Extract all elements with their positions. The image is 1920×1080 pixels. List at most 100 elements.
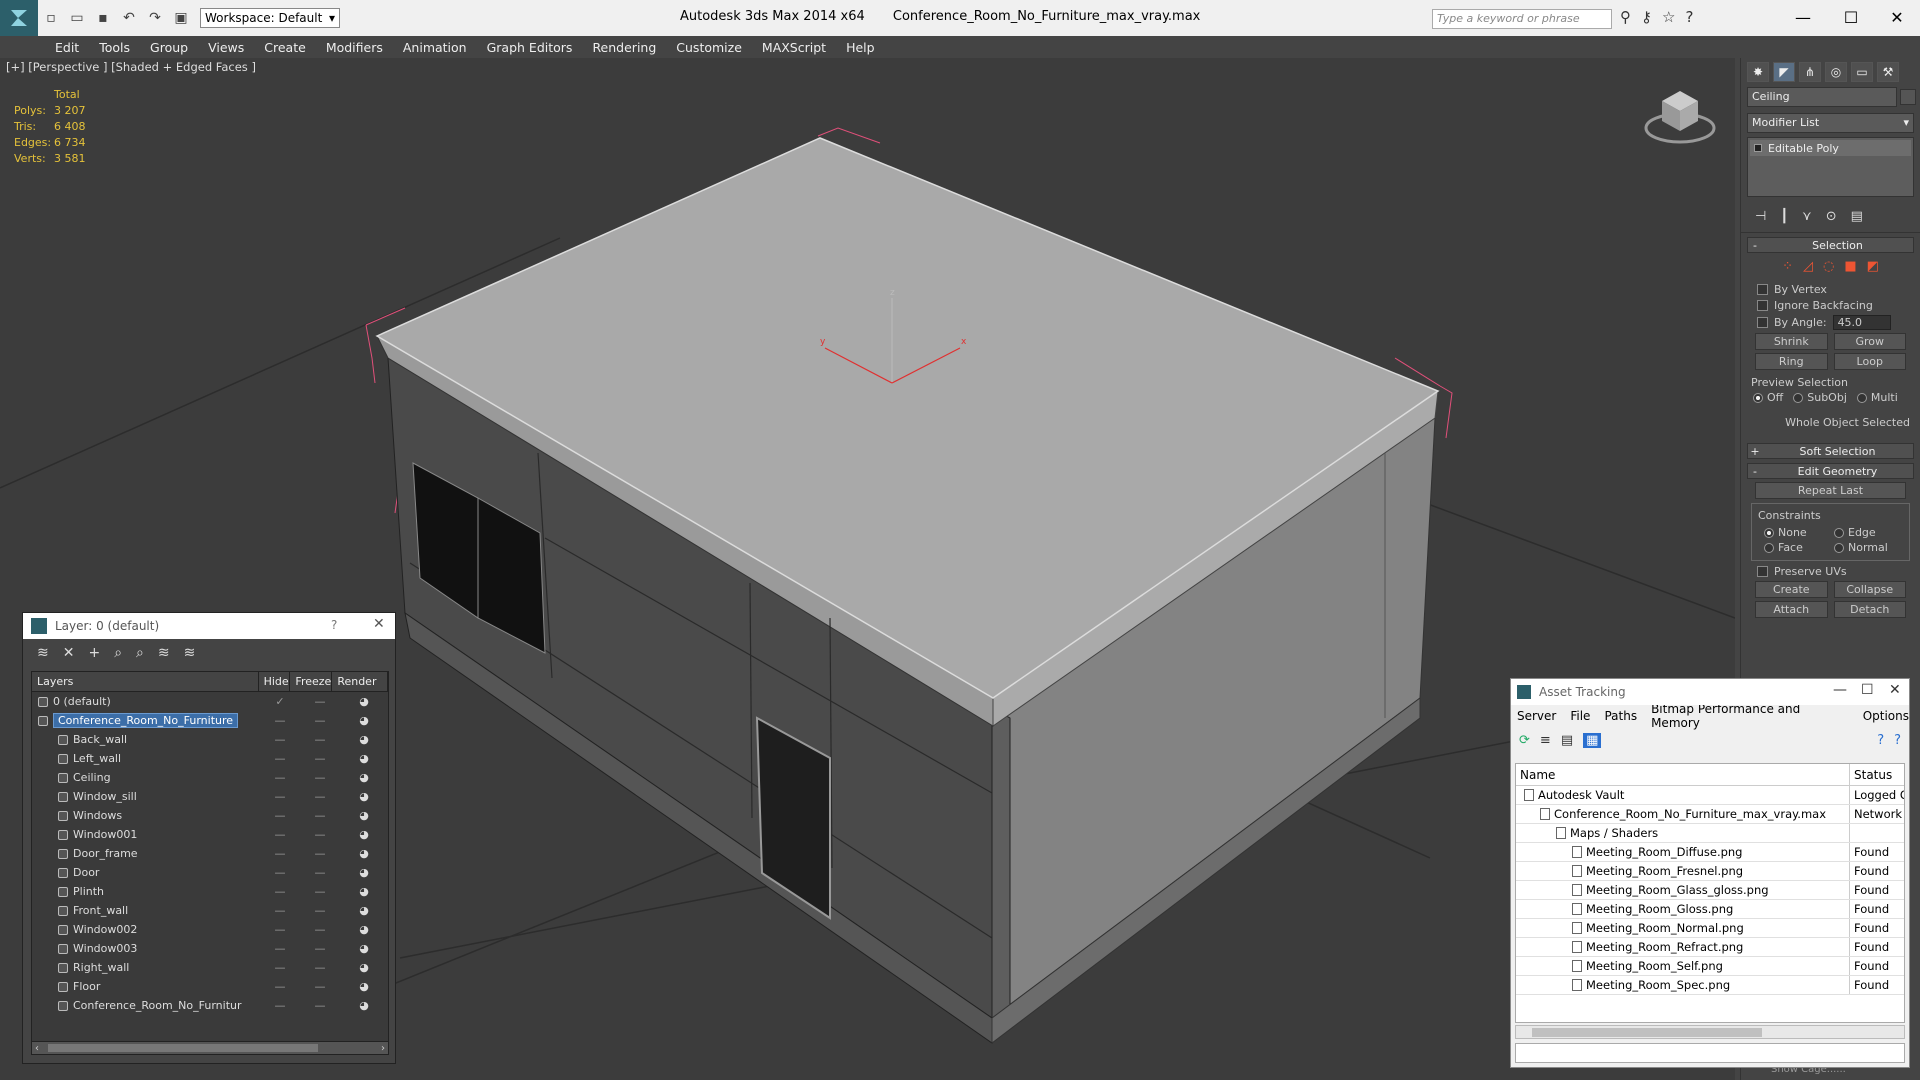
configure-sets-icon[interactable]: ▤ [1851,209,1863,224]
toggle-icon[interactable] [1754,144,1762,152]
grow-button[interactable]: Grow [1833,333,1906,350]
repeat-last-button[interactable]: Repeat Last [1755,482,1906,499]
delete-layer-icon[interactable]: ✕ [63,645,75,661]
preserve-uvs-checkbox[interactable]: Preserve UVs [1757,565,1904,578]
menu-animation[interactable]: Animation [403,40,467,55]
column-header-freeze[interactable]: Freeze [290,672,333,691]
help-icon[interactable]: ? [1685,8,1693,26]
menu-tools[interactable]: Tools [99,40,130,55]
maximize-icon[interactable]: ☐ [1861,682,1874,698]
render-toggle-icon[interactable]: ◕ [340,790,388,803]
refresh-icon[interactable]: ⟳ [1519,733,1530,748]
asset-row[interactable]: Meeting_Room_Normal.png Found [1516,919,1904,938]
help-icon[interactable]: ? [331,618,337,632]
new-file-icon[interactable]: ▫ [40,7,62,29]
detail-view-icon[interactable]: ▤ [1561,733,1573,748]
layer-row[interactable]: Conference_Room_No_Furniture — — ◕ [32,711,388,730]
horizontal-scrollbar[interactable] [1515,1025,1905,1039]
asset-row[interactable]: Meeting_Room_Gloss.png Found [1516,900,1904,919]
hide-toggle[interactable]: — [260,961,300,974]
hide-toggle[interactable]: — [260,942,300,955]
freeze-toggle[interactable]: — [300,752,340,765]
layer-row[interactable]: Window_sill — — ◕ [32,787,388,806]
project-folder-icon[interactable]: ▣ [170,7,192,29]
horizontal-scrollbar[interactable]: ‹ › [31,1041,389,1055]
make-unique-icon[interactable]: ⋎ [1802,209,1812,224]
preview-off-radio[interactable]: Off [1753,391,1783,404]
binoculars-icon[interactable]: ⚲ [1620,8,1631,26]
close-button[interactable]: ✕ [1874,4,1920,30]
layer-window-title-bar[interactable]: Layer: 0 (default) ? ✕ [23,613,395,639]
layer-row[interactable]: Ceiling — — ◕ [32,768,388,787]
hide-all-icon[interactable]: ≋ [158,645,170,661]
vertex-mode-icon[interactable]: ⁘ [1782,259,1793,274]
asset-window-title-bar[interactable]: Asset Tracking — ☐ ✕ [1511,679,1909,705]
display-tab-icon[interactable]: ▭ [1851,62,1873,82]
freeze-toggle[interactable]: — [300,809,340,822]
layer-row[interactable]: Door — — ◕ [32,863,388,882]
column-header-status[interactable]: Status [1850,764,1892,785]
ignore-backfacing-checkbox[interactable]: Ignore Backfacing [1757,299,1904,312]
favorites-icon[interactable]: ☆ [1662,8,1675,26]
layer-row[interactable]: Back_wall — — ◕ [32,730,388,749]
freeze-toggle[interactable]: — [300,980,340,993]
render-toggle-icon[interactable]: ◕ [340,752,388,765]
add-to-layer-icon[interactable]: + [88,645,100,661]
constraint-edge-radio[interactable]: Edge [1834,526,1876,539]
constraint-none-radio[interactable]: None [1764,526,1824,539]
edge-mode-icon[interactable]: ◿ [1803,259,1813,274]
asset-row[interactable]: Autodesk Vault Logged O [1516,786,1904,805]
render-toggle-icon[interactable]: ◕ [340,828,388,841]
hide-toggle[interactable]: — [260,866,300,879]
render-toggle-icon[interactable]: ◕ [340,923,388,936]
highlight-layer-icon[interactable]: ⌕ [136,645,144,661]
menu-group[interactable]: Group [150,40,188,55]
hide-toggle[interactable]: — [260,733,300,746]
freeze-toggle[interactable]: — [300,847,340,860]
element-mode-icon[interactable]: ◩ [1867,259,1879,274]
remove-modifier-icon[interactable]: ⊙ [1826,209,1837,224]
freeze-toggle[interactable]: — [300,771,340,784]
render-toggle-icon[interactable]: ◕ [340,885,388,898]
hide-toggle[interactable]: — [260,980,300,993]
menu-customize[interactable]: Customize [676,40,742,55]
asset-menu-bitmap[interactable]: Bitmap Performance and Memory [1651,702,1849,730]
freeze-toggle[interactable]: — [300,714,340,727]
polygon-mode-icon[interactable]: ■ [1844,259,1856,274]
hide-toggle[interactable]: ✓ [260,695,300,708]
layer-row[interactable]: 0 (default) ✓ — ◕ [32,692,388,711]
hide-toggle[interactable]: — [260,885,300,898]
pin-stack-icon[interactable]: ⊣ [1755,209,1766,224]
column-header-hide[interactable]: Hide [259,672,291,691]
object-color-swatch[interactable] [1900,89,1916,105]
render-toggle-icon[interactable]: ◕ [340,999,388,1012]
redo-icon[interactable]: ↷ [144,7,166,29]
menu-rendering[interactable]: Rendering [592,40,656,55]
edit-geometry-rollout-header[interactable]: - Edit Geometry [1747,463,1914,479]
asset-row[interactable]: Conference_Room_No_Furniture_max_vray.ma… [1516,805,1904,824]
viewcube-icon[interactable] [1640,83,1720,153]
freeze-toggle[interactable]: — [300,885,340,898]
layer-row[interactable]: Front_wall — — ◕ [32,901,388,920]
layer-row[interactable]: Right_wall — — ◕ [32,958,388,977]
asset-row[interactable]: Meeting_Room_Glass_gloss.png Found [1516,881,1904,900]
close-icon[interactable]: ✕ [373,616,385,632]
create-tab-icon[interactable]: ✸ [1747,62,1769,82]
by-angle-checkbox[interactable]: By Angle: 45.0 [1757,315,1904,330]
key-icon[interactable]: ⚷ [1641,8,1652,26]
menu-modifiers[interactable]: Modifiers [326,40,383,55]
layer-row[interactable]: Windows — — ◕ [32,806,388,825]
undo-icon[interactable]: ↶ [118,7,140,29]
freeze-toggle[interactable]: — [300,961,340,974]
hide-toggle[interactable]: — [260,809,300,822]
freeze-toggle[interactable]: — [300,733,340,746]
constraint-normal-radio[interactable]: Normal [1834,541,1888,554]
layer-row[interactable]: Plinth — — ◕ [32,882,388,901]
layer-row[interactable]: Door_frame — — ◕ [32,844,388,863]
hide-toggle[interactable]: — [260,904,300,917]
help-icon[interactable]: ? [1877,733,1884,748]
context-help-icon[interactable]: ? [1894,733,1901,748]
hide-toggle[interactable]: — [260,714,300,727]
app-logo-button[interactable] [0,0,38,36]
render-toggle-icon[interactable]: ◕ [340,695,388,708]
